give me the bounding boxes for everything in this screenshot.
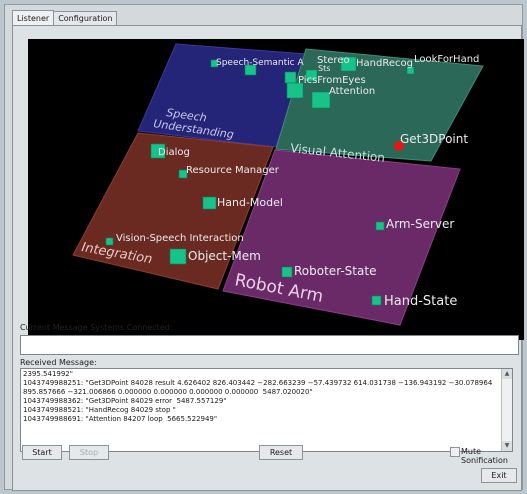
connected-systems-field[interactable] xyxy=(20,335,519,355)
node-label-resource-manager: Resource Manager xyxy=(186,165,280,176)
node-label-vision-speech-interaction: Vision-Speech Interaction xyxy=(116,233,244,244)
log-line: 1043749988691: "Attention 84207 loop 566… xyxy=(23,415,218,423)
connected-label: Current Message Systems Connected: xyxy=(20,323,173,332)
start-button[interactable]: Start xyxy=(22,445,62,460)
scene-canvas: Speech Understanding Visual Attention In… xyxy=(72,43,484,326)
exit-button[interactable]: Exit xyxy=(481,468,517,483)
node-cube-roboter-state[interactable] xyxy=(281,266,293,278)
tab-configuration[interactable]: Configuration xyxy=(53,11,118,26)
node-label-picsfromeyes: PicsFromEyes xyxy=(298,75,366,86)
scene-3d-view[interactable]: Speech Understanding Visual Attention In… xyxy=(28,39,524,340)
node-label-hand-model: Hand-Model xyxy=(217,196,283,209)
node-cube-object-mem[interactable] xyxy=(169,248,187,265)
log-line: 2395.541992" xyxy=(23,370,73,378)
node-cube-hand-state[interactable] xyxy=(371,295,382,306)
node-label-sts: Sts xyxy=(318,64,330,73)
reset-button[interactable]: Reset xyxy=(259,445,303,460)
log-line: 1043749988251: "Get3DPoint 84028 result … xyxy=(23,379,495,396)
node-label-dialog: Dialog xyxy=(158,147,190,158)
received-message-log[interactable]: 2395.541992" 1043749988251: "Get3DPoint … xyxy=(20,368,513,452)
received-label: Received Message: xyxy=(20,358,97,367)
node-label-roboter-state: Roboter-State xyxy=(294,264,376,278)
node-label-get3dpoint: Get3DPoint xyxy=(400,132,468,146)
node-label-object-mem: Object-Mem xyxy=(188,249,261,263)
listener-panel: Speech Understanding Visual Attention In… xyxy=(12,25,524,491)
node-label-handrecog: HandRecog xyxy=(356,58,413,69)
mute-sonification-label: Mute Sonification xyxy=(461,447,508,465)
log-line: 1043749988362: "Get3DPoint 84029 error 5… xyxy=(23,397,227,405)
node-cube-attention[interactable] xyxy=(311,91,331,109)
log-line: 1043749988521: "HandRecog 84029 stop " xyxy=(23,406,176,414)
node-label-attention: Attention xyxy=(329,86,375,97)
node-label-arm-server: Arm-Server xyxy=(386,217,454,231)
node-label-lookforhand: LookForHand xyxy=(414,54,479,65)
node-cube-arm-server[interactable] xyxy=(375,221,385,231)
stop-button[interactable]: Stop xyxy=(69,445,109,460)
node-cube-stereo[interactable] xyxy=(284,71,297,84)
mute-sonification-checkbox[interactable] xyxy=(450,447,460,457)
tab-bar: Listener Configuration xyxy=(12,9,118,27)
node-cube-vision-speech[interactable] xyxy=(105,237,114,246)
scroll-up-icon[interactable]: ▲ xyxy=(502,369,512,379)
node-cube-hand-model[interactable] xyxy=(202,196,217,210)
log-scrollbar[interactable]: ▲ ▼ xyxy=(501,369,512,451)
node-label-hand-state: Hand-State xyxy=(384,294,457,309)
node-label-speech-semantic: Speech-Semantic A xyxy=(216,58,304,68)
